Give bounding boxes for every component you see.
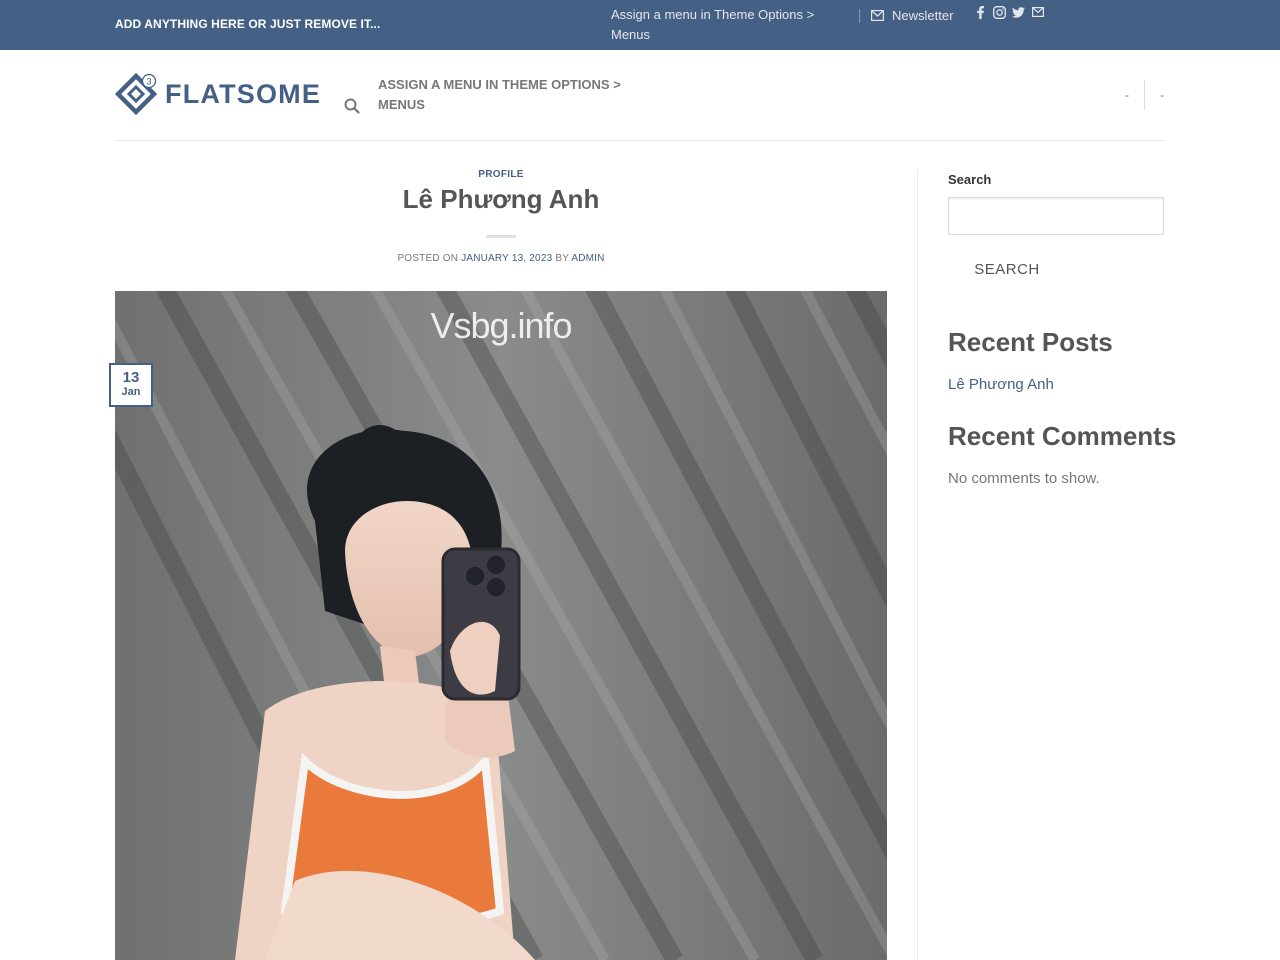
- top-bar-menu-line-1: Assign a menu in Theme Options >: [611, 7, 815, 22]
- sidebar-search-button[interactable]: SEARCH: [948, 252, 1066, 286]
- header-bottom-border: [115, 140, 1165, 141]
- social-icons: [974, 5, 1044, 19]
- title-divider: [486, 235, 516, 238]
- recent-comments-heading: Recent Comments: [948, 421, 1177, 451]
- twitter-icon[interactable]: [1012, 5, 1025, 19]
- header-right-divider: [1144, 80, 1145, 110]
- top-bar-divider: [859, 9, 860, 23]
- badge-day: 13: [122, 369, 140, 386]
- by-label: BY: [555, 253, 569, 264]
- instagram-icon[interactable]: [993, 5, 1006, 19]
- facebook-icon[interactable]: [974, 5, 987, 19]
- envelope-icon: [871, 9, 884, 21]
- newsletter-link[interactable]: Newsletter: [871, 6, 953, 24]
- top-bar: ADD ANYTHING HERE OR JUST REMOVE IT... A…: [0, 0, 1280, 50]
- sidebar-divider: [917, 170, 918, 960]
- header-menu-line-1: ASSIGN A MENU IN THEME OPTIONS >: [378, 77, 621, 92]
- sidebar-search-input[interactable]: [948, 197, 1164, 235]
- logo-text: FLATSOME: [165, 78, 322, 109]
- post-category[interactable]: PROFILE: [115, 169, 887, 180]
- post-date-badge: 13 Jan: [109, 363, 153, 407]
- header-search-button[interactable]: [344, 98, 360, 119]
- featured-photo: [115, 291, 887, 960]
- post-meta: POSTED ON JANUARY 13, 2023 BY ADMIN: [115, 253, 887, 264]
- image-watermark: Vsbg.info: [430, 305, 572, 346]
- featured-image[interactable]: Vsbg.info: [115, 291, 887, 960]
- posted-on-label: POSTED ON: [397, 253, 459, 264]
- search-icon: [344, 98, 360, 114]
- top-bar-message: ADD ANYTHING HERE OR JUST REMOVE IT...: [115, 17, 381, 31]
- recent-post-link[interactable]: Lê Phương Anh: [948, 376, 1054, 393]
- site-logo[interactable]: 3 FLATSOME: [115, 72, 321, 116]
- newsletter-label: Newsletter: [892, 7, 954, 23]
- recent-posts-heading: Recent Posts: [948, 327, 1113, 357]
- header-right-item-2[interactable]: -: [1155, 88, 1169, 102]
- header-right-nav: - -: [1120, 80, 1169, 110]
- sidebar-search-label: Search: [948, 172, 992, 187]
- logo-badge: 3: [146, 77, 151, 87]
- envelope-icon[interactable]: [1031, 5, 1044, 19]
- header-menu-notice[interactable]: ASSIGN A MENU IN THEME OPTIONS > MENUS: [378, 75, 638, 115]
- post-title: Lê Phương Anh: [402, 184, 600, 214]
- post-author-link[interactable]: ADMIN: [571, 253, 604, 264]
- header-menu-line-2: MENUS: [378, 97, 425, 112]
- no-comments-text: No comments to show.: [948, 470, 1100, 487]
- top-bar-menu-notice[interactable]: Assign a menu in Theme Options > Menus: [611, 5, 831, 45]
- post-date-link[interactable]: JANUARY 13, 2023: [461, 253, 552, 264]
- flatsome-logo-icon: 3: [115, 72, 158, 116]
- badge-month: Jan: [121, 386, 141, 398]
- site-header: 3 FLATSOME ASSIGN A MENU IN THEME OPTION…: [0, 50, 1280, 141]
- top-bar-menu-line-2: Menus: [611, 27, 651, 42]
- header-right-item-1[interactable]: -: [1120, 88, 1134, 102]
